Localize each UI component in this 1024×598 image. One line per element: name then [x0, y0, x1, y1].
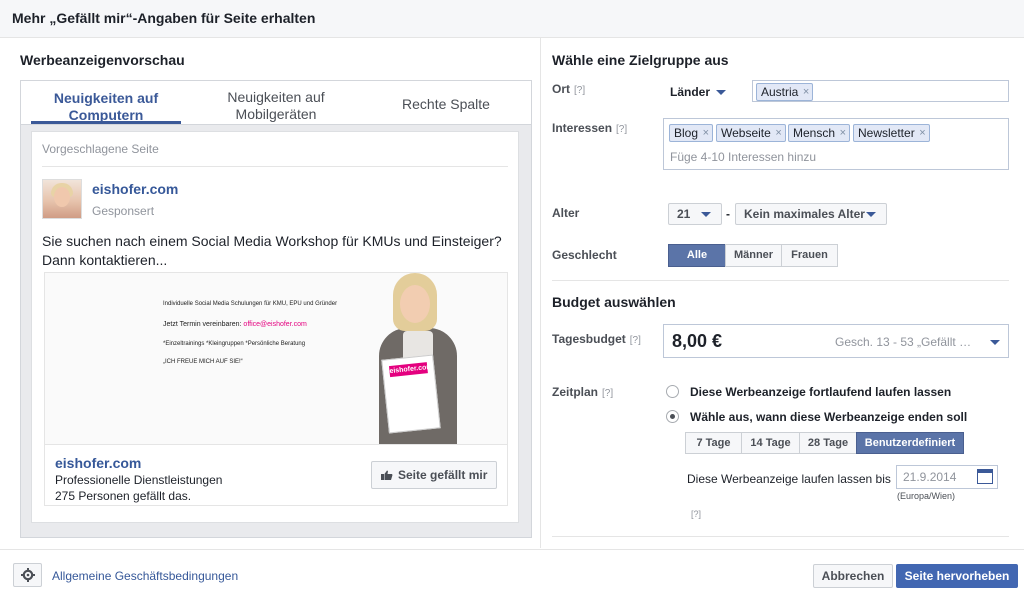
logo-sign: eishofer.com: [381, 354, 441, 434]
gender-female-button[interactable]: Frauen: [781, 244, 838, 267]
help-icon[interactable]: [?]: [574, 85, 585, 96]
remove-icon[interactable]: ×: [775, 125, 781, 141]
boost-page-button[interactable]: Seite hervorheben: [896, 564, 1018, 588]
ad-image: Individuelle Social Media Schulungen für…: [44, 272, 508, 444]
interest-token: Mensch ×: [788, 124, 851, 142]
range-28-days-button[interactable]: 28 Tage: [799, 432, 857, 454]
end-date-radio[interactable]: [666, 410, 679, 423]
settings-button[interactable]: [13, 563, 42, 587]
page-name-link[interactable]: eishofer.com: [92, 181, 178, 197]
help-icon[interactable]: [?]: [691, 509, 701, 519]
daily-budget-select[interactable]: 8,00 € Gesch. 13 - 53 „Gefällt mir“-Anga…: [663, 324, 1009, 358]
post-text: Sie suchen nach einem Social Media Works…: [42, 233, 502, 268]
column-divider: [540, 38, 541, 548]
calendar-icon[interactable]: [977, 469, 993, 484]
interests-placeholder: Füge 4-10 Interessen hinzu: [670, 150, 817, 164]
suggested-page-label: Vorgeschlagene Seite: [42, 142, 159, 156]
age-label: Alter: [552, 206, 580, 220]
boost-page-dialog: Mehr „Gefällt mir“-Angaben für Seite erh…: [0, 0, 1024, 598]
divider: [552, 536, 1009, 537]
range-14-days-button[interactable]: 14 Tage: [741, 432, 800, 454]
help-icon[interactable]: [?]: [602, 388, 613, 399]
interest-token: Webseite ×: [716, 124, 786, 142]
chevron-down-icon: [990, 340, 1000, 345]
age-max-dropdown[interactable]: Kein maximales Alter: [735, 203, 887, 225]
end-date-label[interactable]: Wähle aus, wann diese Werbeanzeige enden…: [690, 410, 967, 424]
preview-title: Werbeanzeigenvorschau: [20, 52, 185, 68]
page-category: Professionelle Dienstleistungen: [55, 473, 223, 487]
like-page-button[interactable]: Seite gefällt mir: [371, 461, 497, 489]
timezone-label: (Europa/Wien): [897, 491, 956, 501]
active-tab-indicator: [31, 121, 181, 124]
location-token: Austria ×: [756, 83, 814, 101]
run-continuously-radio[interactable]: [666, 385, 679, 398]
remove-icon[interactable]: ×: [803, 84, 809, 100]
gender-label: Geschlecht: [552, 248, 617, 262]
page-avatar[interactable]: [42, 179, 82, 219]
interest-token: Newsletter ×: [853, 124, 930, 142]
terms-link[interactable]: Allgemeine Geschäftsbedingungen: [52, 569, 238, 583]
divider: [42, 166, 508, 167]
interests-label: Interessen [?]: [552, 121, 628, 135]
like-count: 275 Personen gefällt das.: [55, 489, 192, 503]
cancel-button[interactable]: Abbrechen: [813, 564, 893, 588]
interests-input[interactable]: Blog × Webseite × Mensch × Newsletter × Füge…: [663, 118, 1009, 170]
run-continuously-label[interactable]: Diese Werbeanzeige fortlaufend laufen la…: [690, 385, 951, 399]
ad-domain-link[interactable]: eishofer.com: [55, 455, 141, 471]
chevron-down-icon: [716, 90, 727, 96]
dialog-title: Mehr „Gefällt mir“-Angaben für Seite erh…: [12, 10, 316, 26]
sponsored-label: Gesponsert: [92, 204, 155, 218]
budget-title: Budget auswählen: [552, 294, 676, 310]
gender-all-button[interactable]: Alle: [668, 244, 726, 267]
daily-budget-value: 8,00 €: [672, 331, 723, 351]
age-min-dropdown[interactable]: 21: [668, 203, 722, 225]
remove-icon[interactable]: ×: [840, 125, 846, 141]
daily-budget-label: Tagesbudget [?]: [552, 332, 641, 346]
audience-title: Wähle eine Zielgruppe aus: [552, 52, 729, 68]
ad-footer: eishofer.com Professionelle Dienstleistu…: [44, 444, 508, 506]
schedule-label: Zeitplan [?]: [552, 385, 614, 399]
chevron-down-icon: [866, 212, 876, 217]
range-7-days-button[interactable]: 7 Tage: [685, 432, 742, 454]
chevron-down-icon: [701, 212, 711, 217]
help-icon[interactable]: [?]: [630, 335, 641, 346]
preview-tabs: Neuigkeiten auf Computern Neuigkeiten au…: [21, 81, 531, 125]
dialog-header: Mehr „Gefällt mir“-Angaben für Seite erh…: [0, 0, 1024, 38]
tab-mobile-newsfeed[interactable]: Neuigkeiten auf Mobilgeräten: [191, 89, 361, 133]
dialog-footer: Allgemeine Geschäftsbedingungen Abbreche…: [0, 549, 1024, 598]
location-type-dropdown[interactable]: Länder: [670, 85, 727, 99]
person-photo: eishofer.com: [363, 273, 483, 444]
location-input[interactable]: Austria ×: [752, 80, 1009, 102]
location-label: Ort [?]: [552, 82, 586, 96]
end-date-input[interactable]: 21.9.2014: [896, 465, 998, 489]
remove-icon[interactable]: ×: [919, 125, 925, 141]
thumbs-up-icon: [381, 470, 393, 480]
ad-preview: Neuigkeiten auf Computern Neuigkeiten au…: [20, 80, 532, 538]
range-custom-button[interactable]: Benutzerdefiniert: [856, 432, 964, 454]
interest-token: Blog ×: [669, 124, 714, 142]
remove-icon[interactable]: ×: [703, 125, 709, 141]
divider: [552, 280, 1009, 281]
run-until-label: Diese Werbeanzeige laufen lassen bis: [687, 472, 891, 486]
age-separator: -: [726, 207, 730, 221]
help-icon[interactable]: [?]: [616, 124, 627, 135]
gender-male-button[interactable]: Männer: [725, 244, 782, 267]
likes-estimate: Gesch. 13 - 53 „Gefällt mir“-Angaben pro…: [835, 335, 977, 349]
ad-card: Vorgeschlagene Seite eishofer.com Gespon…: [31, 131, 519, 523]
tab-desktop-newsfeed[interactable]: Neuigkeiten auf Computern: [31, 90, 181, 134]
gear-icon: [21, 568, 35, 582]
